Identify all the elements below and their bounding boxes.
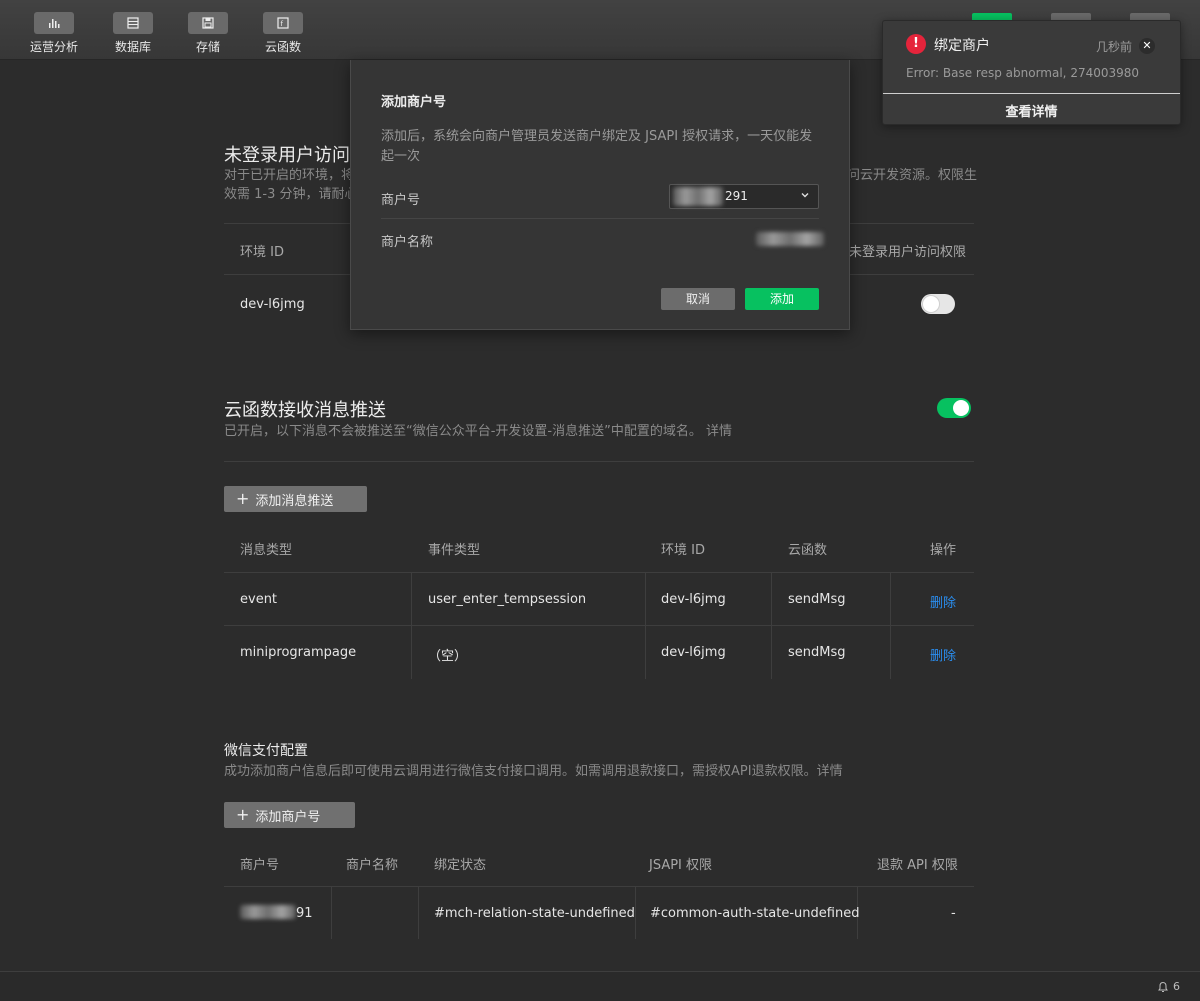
divider	[224, 886, 974, 887]
storage-icon	[188, 12, 228, 34]
bind-status-cell: #mch-relation-state-undefined	[434, 906, 635, 921]
divider	[224, 572, 974, 573]
notification-count: 6	[1173, 980, 1180, 993]
unlogged-access-desc-line2: 效需 1-3 分钟，请耐心	[224, 187, 358, 202]
msg-push-toggle[interactable]	[937, 398, 971, 418]
col-header-env-id: 环境 ID	[240, 245, 284, 260]
col-header-mch-name: 商户名称	[346, 858, 399, 873]
col-header-bind-status: 绑定状态	[434, 858, 487, 873]
function-cell: sendMsg	[788, 592, 846, 607]
toolbar-database-label: 数据库	[114, 40, 151, 54]
col-header-function: 云函数	[788, 543, 828, 558]
unlogged-access-desc-line1: 对于已开启的环境，将	[224, 168, 355, 183]
divider	[883, 93, 1180, 94]
notifications-button[interactable]: 6	[1157, 980, 1180, 993]
col-header-event-type: 事件类型	[428, 543, 481, 558]
refund-cell: -	[951, 906, 956, 921]
toolbar-storage-label: 存储	[195, 40, 220, 54]
close-icon[interactable]: ✕	[1139, 38, 1155, 54]
env-id-cell: dev-l6jmg	[661, 592, 726, 607]
wechat-pay-title: 微信支付配置	[224, 743, 308, 759]
unlogged-access-toggle[interactable]	[921, 294, 955, 314]
col-header-mch-id: 商户号	[240, 858, 280, 873]
mch-id-suffix: 91	[296, 906, 313, 921]
jsapi-cell: #common-auth-state-undefined	[650, 906, 860, 921]
toolbar-storage-button[interactable]: 存储	[173, 12, 243, 55]
view-details-button[interactable]: 查看详情	[883, 101, 1180, 120]
col-header-unlogged-permission: 未登录用户访问权限	[849, 245, 967, 260]
function-icon: f	[263, 12, 303, 34]
wechat-pay-desc: 成功添加商户信息后即可使用云调用进行微信支付接口调用。如需调用退款接口，需授权A…	[224, 764, 843, 779]
plus-icon: +	[236, 805, 250, 824]
col-divider	[645, 573, 646, 679]
svg-text:f: f	[281, 20, 284, 28]
divider	[224, 625, 974, 626]
divider	[381, 218, 819, 219]
mch-id-select[interactable]: 291	[669, 184, 819, 209]
divider	[224, 461, 974, 462]
add-msg-push-button[interactable]: + 添加消息推送	[224, 486, 367, 512]
function-cell: sendMsg	[788, 645, 846, 660]
database-icon	[113, 12, 153, 34]
mch-name-label: 商户名称	[381, 235, 434, 250]
toolbar-analytics-label: 运营分析	[29, 40, 78, 54]
col-divider	[771, 573, 772, 679]
delete-link[interactable]: 删除	[930, 592, 956, 611]
col-divider	[635, 887, 636, 939]
col-header-ops: 操作	[930, 543, 957, 558]
redacted-mch-id	[673, 187, 723, 206]
notification-time: 几秒前	[1096, 40, 1133, 54]
toolbar-analytics-button[interactable]: 运营分析	[19, 12, 89, 55]
add-merchant-dialog: 添加商户号 添加后，系统会向商户管理员发送商户绑定及 JSAPI 授权请求，一天…	[350, 60, 850, 330]
notification-message: Error: Base resp abnormal, 274003980	[906, 66, 1140, 80]
error-notification: ! 绑定商户 几秒前 ✕ Error: Base resp abnormal, …	[882, 20, 1181, 125]
unlogged-access-title: 未登录用户访问云	[224, 145, 368, 166]
event-type-cell: （空）	[428, 649, 468, 664]
env-id-cell: dev-l6jmg	[240, 297, 305, 312]
dialog-title: 添加商户号	[381, 95, 447, 110]
col-divider	[418, 887, 419, 939]
add-merchant-label: 添加商户号	[255, 809, 321, 825]
col-header-msg-type: 消息类型	[240, 543, 293, 558]
notification-title: 绑定商户	[934, 38, 990, 54]
redacted-mch-name	[756, 232, 824, 246]
event-type-cell: user_enter_tempsession	[428, 592, 587, 607]
bar-chart-icon	[34, 12, 74, 34]
msg-type-cell: miniprogrampage	[240, 645, 357, 660]
msg-push-title: 云函数接收消息推送	[224, 400, 386, 421]
chevron-down-icon	[801, 193, 809, 198]
col-header-env-id: 环境 ID	[661, 543, 705, 558]
toolbar-function-button[interactable]: f 云函数	[248, 12, 318, 55]
col-header-refund: 退款 API 权限	[877, 858, 958, 873]
col-divider	[331, 887, 332, 939]
error-icon: !	[906, 34, 926, 54]
plus-icon: +	[236, 489, 250, 508]
add-button[interactable]: 添加	[745, 288, 819, 310]
unlogged-access-desc-line1-right: 问云开发资源。权限生	[847, 168, 978, 183]
col-divider	[411, 573, 412, 679]
col-divider	[890, 573, 891, 679]
add-msg-push-label: 添加消息推送	[255, 493, 334, 509]
redacted-mch-id	[240, 905, 296, 919]
toolbar-function-label: 云函数	[264, 40, 301, 54]
bell-icon	[1158, 981, 1168, 992]
cancel-button[interactable]: 取消	[661, 288, 735, 310]
toolbar-database-button[interactable]: 数据库	[98, 12, 168, 55]
msg-type-cell: event	[240, 592, 278, 607]
env-id-cell: dev-l6jmg	[661, 645, 726, 660]
mch-id-select-value: 291	[725, 189, 748, 203]
delete-link[interactable]: 删除	[930, 645, 956, 664]
status-bar: 6	[0, 971, 1200, 1001]
add-merchant-button[interactable]: + 添加商户号	[224, 802, 355, 828]
dialog-desc: 添加后，系统会向商户管理员发送商户绑定及 JSAPI 授权请求，一天仅能发起一次	[381, 129, 813, 164]
msg-push-desc: 已开启，以下消息不会被推送至“微信公众平台-开发设置-消息推送”中配置的域名。 …	[224, 424, 732, 439]
col-header-jsapi: JSAPI 权限	[649, 858, 713, 873]
mch-id-label: 商户号	[381, 193, 421, 208]
